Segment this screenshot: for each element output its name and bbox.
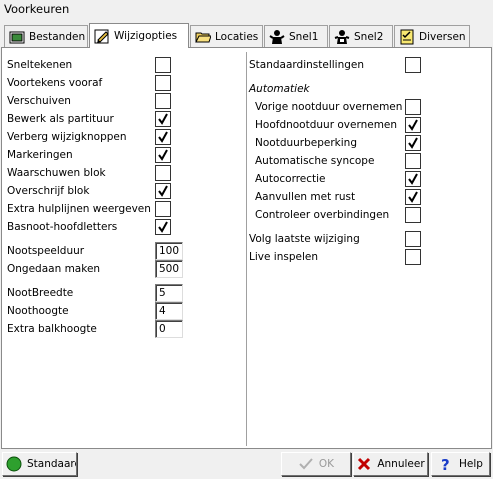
option-label-live-inspelen: Live inspelen (249, 251, 318, 263)
checkbox-hoofdnootduur-overnemen[interactable] (405, 117, 421, 133)
checkbox-automatische-syncope[interactable] (405, 153, 421, 169)
question-icon: ? (438, 456, 454, 474)
tab-bestanden[interactable]: Bestanden (4, 25, 88, 47)
cancel-label: Annuleer (377, 458, 425, 470)
checkbox-volg-laatste-wijziging[interactable] (405, 231, 421, 247)
tab-locaties[interactable]: Locaties (190, 25, 263, 47)
option-label-verberg-wijzigknoppen: Verberg wijzigknoppen (7, 131, 127, 143)
person-speed2-icon (334, 29, 350, 45)
option-label-controleer-overbindingen: Controleer overbindingen (255, 209, 390, 221)
checkbox-waarschuwen-blok[interactable] (155, 165, 171, 181)
option-label-autocorrectie: Autocorrectie (255, 173, 326, 185)
field-label-nootspeelduur: Nootspeelduur (7, 245, 85, 257)
checkbox-bewerk-als-partituur[interactable] (155, 111, 171, 127)
option-label-aanvullen-met-rust: Aanvullen met rust (255, 191, 356, 203)
checkbox-sneltekenen[interactable] (155, 57, 171, 73)
tab-wijzigopties[interactable]: Wijzigopties (89, 23, 189, 48)
checklist-icon (399, 29, 415, 45)
standard-button[interactable]: Standaard (2, 452, 77, 476)
option-label-voortekens-vooraf: Voortekens vooraf (7, 77, 103, 89)
tab-strip: Bestanden Wijzigopties Locaties Snel1 Sn… (4, 23, 490, 48)
option-label-extra-hulplijnen-weergeven: Extra hulplijnen weergeven (7, 203, 151, 215)
option-label-overschrijf-blok: Overschrijf blok (7, 185, 90, 197)
group-title-automatiek: Automatiek (249, 83, 310, 95)
button-bar: Standaard OK Annuleer ? Help (0, 452, 493, 479)
standard-label: Standaard (27, 458, 77, 470)
option-label-volg-laatste-wijziging: Volg laatste wijziging (249, 233, 360, 245)
checkbox-basnoot-hoofdletters[interactable] (155, 219, 171, 235)
input-nootspeelduur[interactable]: 100 (155, 242, 183, 260)
cross-icon (356, 456, 372, 472)
checkbox-live-inspelen[interactable] (405, 249, 421, 265)
tab-label: Wijzigopties (114, 30, 178, 42)
checkbox-nootduurbeperking[interactable] (405, 135, 421, 151)
option-label-standaardinstellingen: Standaardinstellingen (249, 59, 365, 71)
checkbox-markeringen[interactable] (155, 147, 171, 163)
option-label-sneltekenen: Sneltekenen (7, 59, 73, 71)
tab-label: Snel1 (289, 30, 319, 43)
window-title: Voorkeuren (0, 0, 493, 20)
checkbox-extra-hulplijnen-weergeven[interactable] (155, 201, 171, 217)
tab-label: Locaties (215, 30, 259, 43)
checkbox-overschrijf-blok[interactable] (155, 183, 171, 199)
tab-label: Bestanden (29, 30, 86, 43)
option-label-basnoot-hoofdletters: Basnoot-hoofdletters (7, 221, 118, 233)
field-label-nootbreedte: NootBreedte (7, 287, 74, 299)
green-circle-icon (6, 456, 22, 472)
tab-label: Snel2 (354, 30, 384, 43)
option-label-markeringen: Markeringen (7, 149, 73, 161)
tab-snel2[interactable]: Snel2 (329, 25, 393, 47)
person-speed-icon (269, 29, 285, 45)
checkbox-voortekens-vooraf[interactable] (155, 75, 171, 91)
checkbox-verschuiven[interactable] (155, 93, 171, 109)
checkbox-autocorrectie[interactable] (405, 171, 421, 187)
field-label-ongedaan-maken: Ongedaan maken (7, 263, 101, 275)
folder-tab-icon (9, 29, 25, 45)
field-label-noothoogte: Noothoogte (7, 305, 69, 317)
svg-text:?: ? (441, 456, 450, 472)
ok-label: OK (318, 458, 335, 470)
input-nootbreedte[interactable]: 5 (155, 284, 183, 302)
option-label-nootduurbeperking: Nootduurbeperking (255, 137, 357, 149)
column-divider (246, 52, 247, 446)
option-label-bewerk-als-partituur: Bewerk als partituur (7, 113, 114, 125)
pencil-edit-icon (94, 28, 110, 44)
cancel-button[interactable]: Annuleer (353, 452, 428, 476)
check-icon (298, 456, 314, 472)
checkbox-verberg-wijzigknoppen[interactable] (155, 129, 171, 145)
option-label-automatische-syncope: Automatische syncope (255, 155, 375, 167)
input-extra-balkhoogte[interactable]: 0 (155, 320, 183, 338)
option-label-hoofdnootduur-overnemen: Hoofdnootduur overnemen (255, 119, 398, 131)
option-label-waarschuwen-blok: Waarschuwen blok (7, 167, 106, 179)
tab-snel1[interactable]: Snel1 (264, 25, 328, 47)
checkbox-standaardinstellingen[interactable] (405, 57, 421, 73)
option-label-vorige-nootduur-overnemen: Vorige nootduur overnemen (255, 101, 403, 113)
input-ongedaan-maken[interactable]: 500 (155, 260, 183, 278)
tab-panel-wijzigopties: Sneltekenen Voortekens vooraf Verschuiven B… (1, 47, 492, 449)
field-label-extra-balkhoogte: Extra balkhoogte (7, 323, 97, 335)
ok-button[interactable]: OK (281, 452, 351, 476)
tab-diversen[interactable]: Diversen (394, 25, 470, 47)
help-label: Help (459, 458, 483, 470)
option-label-verschuiven: Verschuiven (7, 95, 71, 107)
help-button[interactable]: ? Help (431, 452, 490, 476)
checkbox-controleer-overbindingen[interactable] (405, 207, 421, 223)
input-noothoogte[interactable]: 4 (155, 302, 183, 320)
checkbox-aanvullen-met-rust[interactable] (405, 189, 421, 205)
tab-label: Diversen (419, 30, 466, 43)
folder-open-icon (195, 29, 212, 45)
checkbox-vorige-nootduur-overnemen[interactable] (405, 99, 421, 115)
